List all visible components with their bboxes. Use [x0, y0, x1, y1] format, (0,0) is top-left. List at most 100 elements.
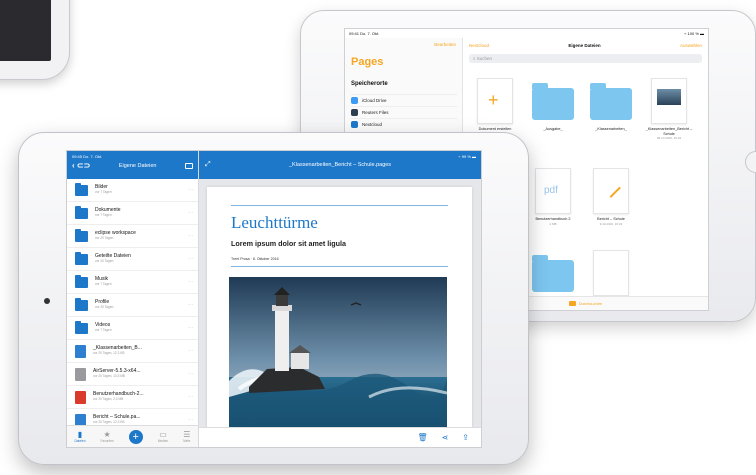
tab-more[interactable]: ☰ Mehr: [183, 430, 190, 443]
home-button: [745, 151, 756, 173]
tile-document[interactable]: [587, 248, 635, 296]
list-item[interactable]: AirServer-5.5.3-x64... vor 20 Tagen, 10,5…: [67, 363, 198, 386]
doc-subtitle: Lorem ipsum dolor sit amet ligula: [231, 239, 347, 248]
tile-name: Dokument erstellen: [478, 127, 512, 131]
tile-name: _Klassenarbeiten_Bericht – Schule: [645, 127, 693, 136]
select-button[interactable]: Auswählen: [680, 43, 702, 48]
pages-thumbnail: [593, 168, 629, 214]
tile-name: Benutzerhandbuch 2: [535, 217, 571, 221]
tile-folder[interactable]: _Ausgabe_: [529, 76, 577, 132]
more-icon[interactable]: ···: [188, 233, 193, 239]
partial-device-screen: [0, 0, 51, 61]
tile-date: 9.10.2016, 16:34: [599, 221, 623, 226]
trash-icon[interactable]: 🗑: [417, 433, 427, 442]
folder-icon: [75, 251, 88, 265]
list-item[interactable]: _Klassenarbeiten_B... vor 20 Tagen, 12,3 …: [67, 340, 198, 363]
folder-icon: [590, 83, 632, 120]
doc-meta: Trent Prusa · 8. Oktober 2016: [231, 257, 279, 261]
status-time: 09:45 Do. 7. Okt.: [72, 154, 103, 159]
pencil-icon: [601, 178, 621, 198]
cloud-icon: [351, 97, 358, 104]
browse-label: Durchsuchen: [578, 301, 603, 306]
list-item[interactable]: Geteilte Dateien vor 20 Tagen ···: [67, 248, 198, 271]
list-item[interactable]: Musik vor 7 Tagen ···: [67, 271, 198, 294]
sidebar-header: 09:45 Do. 7. Okt. ‹ ⊂⊃ Eigene Dateien: [67, 151, 198, 179]
tile-pdf[interactable]: pdf Benutzerhandbuch 2 2 MB: [529, 166, 577, 226]
more-icon[interactable]: ···: [188, 279, 193, 285]
status-battery: ⌁ 100 % ▬: [684, 31, 704, 36]
edit-button[interactable]: Bearbeiten: [434, 42, 456, 47]
item-meta: vor 7 Tagen: [95, 190, 112, 195]
divider: [231, 205, 448, 206]
more-icon[interactable]: ···: [188, 210, 193, 216]
item-meta: vor 7 Tagen: [95, 328, 112, 333]
divider: [231, 266, 448, 267]
files-app-icon: [351, 109, 358, 116]
document-thumbnail: [651, 78, 687, 124]
tile-pages-document[interactable]: Bericht – Schule 9.10.2016, 16:34: [587, 166, 635, 226]
document-title: _Klassenarbeiten_Bericht – Schule.pages: [288, 162, 392, 168]
list-item[interactable]: Videos vor 7 Tagen ···: [67, 317, 198, 340]
new-document-thumb: +: [477, 78, 513, 124]
tile-size: 2 MB: [549, 221, 557, 226]
tab-favorites[interactable]: ★ Favoriten: [100, 430, 113, 443]
lighthouse-image: [229, 277, 447, 427]
folder-icon: [532, 255, 574, 292]
pages-title: Pages: [351, 56, 384, 68]
thumbnail-photo: [657, 89, 681, 105]
pdf-thumbnail: pdf: [535, 168, 571, 214]
tab-label: Favoriten: [100, 439, 114, 443]
location-label: iCloud Drive: [362, 98, 387, 103]
tile-create-document[interactable]: + Dokument erstellen: [471, 76, 519, 132]
tab-add[interactable]: +: [128, 429, 143, 444]
plus-icon: +: [488, 90, 499, 110]
tile-folder[interactable]: _Klassenarbeiten_: [587, 76, 635, 132]
location-label: Reuters Files: [362, 110, 389, 115]
list-item[interactable]: Bilder vor 7 Tagen ···: [67, 179, 198, 202]
more-icon[interactable]: ···: [188, 325, 193, 331]
partial-device: [0, 0, 70, 80]
more-icon[interactable]: ···: [188, 348, 193, 354]
share-icon[interactable]: ⋖: [442, 433, 449, 442]
search-field[interactable]: ⌕ Suchen: [469, 54, 702, 63]
status-bar: 09:41 Do. 7. Okt. ⌁ 100 % ▬: [345, 29, 708, 38]
location-nextcloud[interactable]: Nextcloud: [351, 118, 457, 130]
more-icon[interactable]: ···: [188, 417, 193, 423]
location-icloud[interactable]: iCloud Drive: [351, 94, 457, 106]
more-icon[interactable]: ···: [188, 256, 193, 262]
image-icon: ▭: [159, 430, 167, 439]
open-in-icon[interactable]: ⇪: [462, 433, 469, 442]
back-button[interactable]: Nextcloud: [469, 43, 489, 48]
tab-files[interactable]: ▮ Dateien: [74, 430, 85, 443]
lighthouse-photo: [229, 277, 447, 427]
viewer-header: ⌁ 99 % ▬ ⤢ _Klassenarbeiten_Bericht – Sc…: [199, 151, 481, 179]
pdf-icon: pdf: [544, 185, 558, 196]
stage: 09:41 Do. 7. Okt. ⌁ 100 % ▬ Bearbeiten P…: [0, 0, 756, 475]
item-meta: vor 20 Tagen: [95, 236, 114, 241]
more-icon[interactable]: ···: [188, 371, 193, 377]
more-icon[interactable]: ···: [188, 187, 193, 193]
folder-icon: [532, 83, 574, 120]
tile-folder[interactable]: [529, 248, 577, 296]
item-meta: vor 7 Tagen: [95, 282, 112, 287]
folder-icon: [75, 182, 88, 196]
item-meta: vor 20 Tagen: [95, 259, 114, 264]
more-icon[interactable]: ···: [188, 302, 193, 308]
tile-document[interactable]: _Klassenarbeiten_Bericht – Schule 09.10.…: [645, 76, 693, 140]
browser-title: Eigene Dateien: [568, 42, 601, 48]
tab-label: Mehr: [183, 439, 191, 443]
folder-icon: [75, 228, 88, 242]
list-item[interactable]: Profile vor 20 Tagen ···: [67, 294, 198, 317]
location-files[interactable]: Reuters Files: [351, 106, 457, 118]
menu-icon: ☰: [183, 430, 191, 439]
tab-media[interactable]: ▭ Medien: [158, 430, 168, 443]
sidebar-title: Eigene Dateien: [118, 162, 157, 169]
pdf-file-icon: [75, 390, 86, 404]
view-toggle-icon[interactable]: [184, 162, 193, 169]
list-item[interactable]: Dokumente vor 7 Tagen ···: [67, 202, 198, 225]
more-icon[interactable]: ···: [188, 394, 193, 400]
back-button[interactable]: ‹ ⊂⊃: [72, 161, 90, 170]
list-item[interactable]: Benutzerhandbuch-2... vor 20 Tagen, 2,0 M…: [67, 386, 198, 409]
browser-nav: Nextcloud Eigene Dateien Auswählen: [463, 38, 708, 52]
list-item[interactable]: eclipse workspace vor 20 Tagen ···: [67, 225, 198, 248]
